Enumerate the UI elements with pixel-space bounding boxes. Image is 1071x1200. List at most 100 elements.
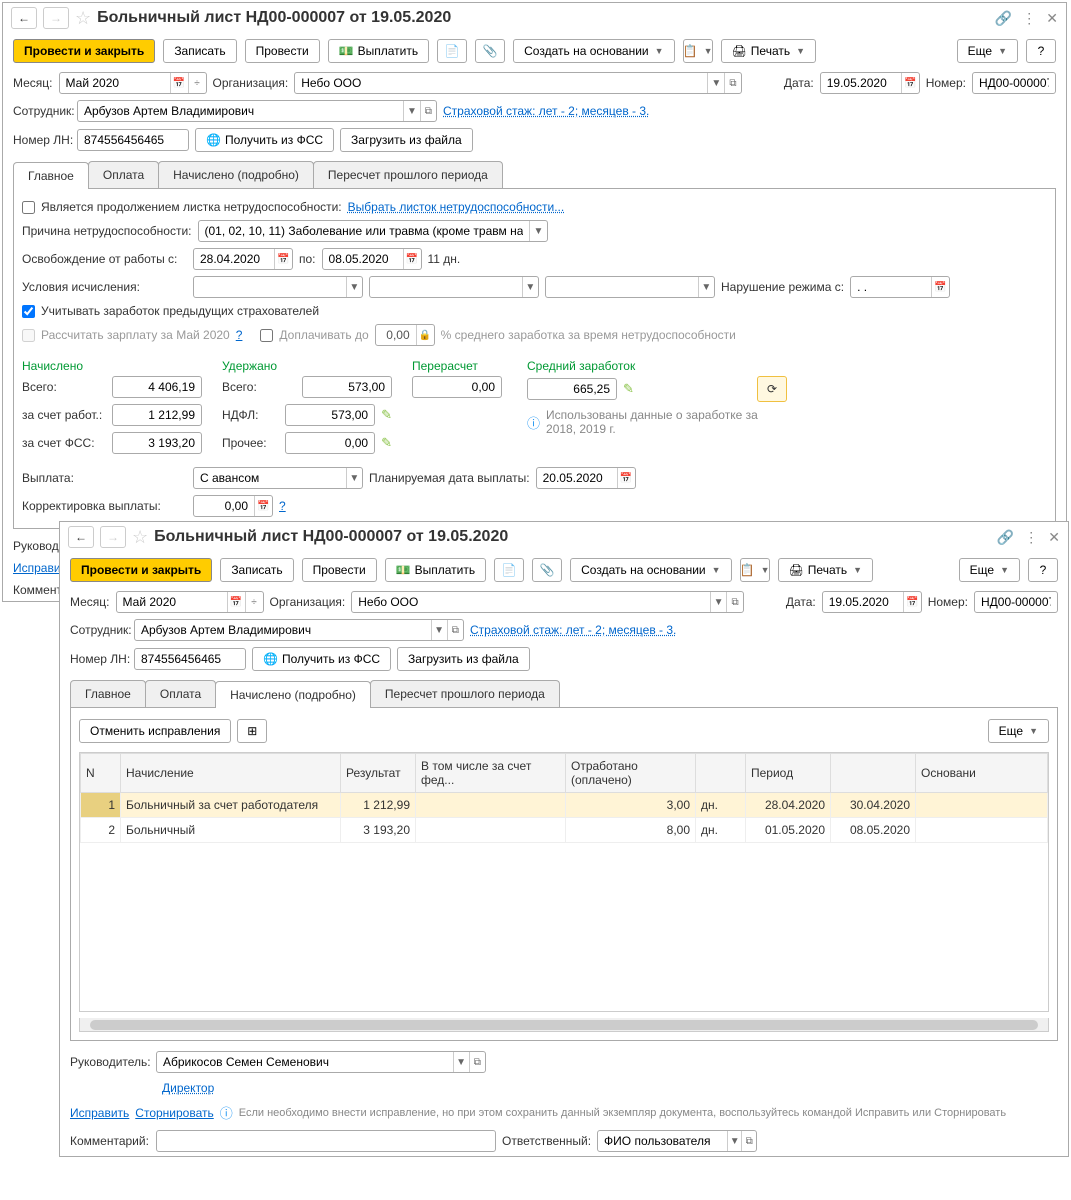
select-sheet-link[interactable]: Выбрать листок нетрудоспособности... xyxy=(348,200,565,214)
planned-date-input[interactable]: 📅 xyxy=(536,467,636,489)
refresh-button[interactable]: ⟳ xyxy=(757,376,787,402)
tab-main[interactable]: Главное xyxy=(70,680,146,707)
abs-from-input[interactable]: 📅 xyxy=(193,248,293,270)
tab-payment[interactable]: Оплата xyxy=(145,680,216,707)
number-input[interactable] xyxy=(972,72,1056,94)
emp-input[interactable]: ▼⧉ xyxy=(77,100,437,122)
cond3-input[interactable]: ▼ xyxy=(545,276,715,298)
date-input[interactable]: 📅 xyxy=(820,72,920,94)
date-input[interactable]: 📅 xyxy=(822,591,922,613)
post-close-button[interactable]: Провести и закрыть xyxy=(13,39,155,63)
col-n[interactable]: N xyxy=(81,754,121,793)
comment-input[interactable] xyxy=(156,1130,496,1152)
continuation-checkbox[interactable] xyxy=(22,201,35,214)
back-button[interactable]: ← xyxy=(68,526,94,548)
cond1-input[interactable]: ▼ xyxy=(193,276,363,298)
by-employer-input[interactable] xyxy=(112,404,202,426)
attach-icon-button[interactable]: 📎 xyxy=(532,558,562,582)
responsible-input[interactable]: ▼⧉ xyxy=(597,1130,757,1152)
close-icon[interactable]: ✕ xyxy=(1048,529,1060,546)
manager-input[interactable]: ▼⧉ xyxy=(156,1051,486,1073)
ndfl-input[interactable] xyxy=(285,404,375,426)
payment-input[interactable]: ▼ xyxy=(193,467,363,489)
correction-input[interactable]: 📅 xyxy=(193,495,273,517)
col-period[interactable]: Период xyxy=(746,754,831,793)
storno-link[interactable]: Сторнировать xyxy=(135,1106,213,1120)
col-basis[interactable]: Основани xyxy=(916,754,1048,793)
create-based-button[interactable]: Создать на основании▼ xyxy=(570,558,731,582)
calc-salary-help[interactable]: ? xyxy=(236,328,243,342)
insurance-link[interactable]: Страховой стаж: лет - 2; месяцев - 3. xyxy=(470,623,676,637)
withheld-total-input[interactable] xyxy=(302,376,392,398)
tab-accrued[interactable]: Начислено (подробно) xyxy=(158,161,314,188)
load-file-button[interactable]: Загрузить из файла xyxy=(340,128,473,152)
correction-help[interactable]: ? xyxy=(279,499,286,513)
table-settings-button[interactable]: ⊞ xyxy=(237,719,267,743)
favorite-icon[interactable]: ☆ xyxy=(75,8,91,29)
ln-input[interactable] xyxy=(77,129,189,151)
insurance-link[interactable]: Страховой стаж: лет - 2; месяцев - 3. xyxy=(443,104,649,118)
violation-input[interactable]: 📅 xyxy=(850,276,950,298)
reason-input[interactable]: ▼ xyxy=(198,220,548,242)
table-more-button[interactable]: Еще▼ xyxy=(988,719,1049,743)
emp-input[interactable]: ▼⧉ xyxy=(134,619,464,641)
ln-input[interactable] xyxy=(134,648,246,670)
more-button[interactable]: Еще▼ xyxy=(957,39,1018,63)
accruals-table[interactable]: N Начисление Результат В том числе за сч… xyxy=(80,753,1048,843)
col-accrual[interactable]: Начисление xyxy=(121,754,341,793)
copy-button[interactable]: 📋▼ xyxy=(740,558,770,582)
pay-upto-checkbox[interactable] xyxy=(260,329,273,342)
post-close-button[interactable]: Провести и закрыть xyxy=(70,558,212,582)
favorite-icon[interactable]: ☆ xyxy=(132,527,148,548)
tab-recalc[interactable]: Пересчет прошлого периода xyxy=(313,161,503,188)
help-button[interactable]: ? xyxy=(1028,558,1058,582)
post-button[interactable]: Провести xyxy=(245,39,320,63)
link-icon[interactable]: 🔗 xyxy=(997,529,1014,546)
cancel-fix-button[interactable]: Отменить исправления xyxy=(79,719,231,743)
pay-button[interactable]: 💵Выплатить xyxy=(328,39,429,63)
tab-payment[interactable]: Оплата xyxy=(88,161,159,188)
org-input[interactable]: ▼⧉ xyxy=(294,72,742,94)
tab-recalc[interactable]: Пересчет прошлого периода xyxy=(370,680,560,707)
recalc-input[interactable] xyxy=(412,376,502,398)
month-input[interactable]: 📅÷ xyxy=(59,72,207,94)
close-icon[interactable]: ✕ xyxy=(1046,10,1058,27)
fix-link[interactable]: Исправить xyxy=(70,1106,129,1120)
more-button[interactable]: Еще▼ xyxy=(959,558,1020,582)
pencil-icon[interactable]: ✎ xyxy=(381,435,392,451)
more-icon[interactable]: ⋮ xyxy=(1022,10,1036,27)
table-row[interactable]: 1Больничный за счет работодателя1 212,99… xyxy=(81,793,1048,818)
pay-button[interactable]: 💵Выплатить xyxy=(385,558,486,582)
table-row[interactable]: 2Больничный3 193,208,00дн.01.05.202008.0… xyxy=(81,818,1048,843)
tab-accrued[interactable]: Начислено (подробно) xyxy=(215,681,371,708)
position-link[interactable]: Директор xyxy=(162,1081,214,1095)
by-fss-input[interactable] xyxy=(112,432,202,454)
attach-icon-button[interactable]: 📎 xyxy=(475,39,505,63)
copy-button[interactable]: 📋▼ xyxy=(683,39,713,63)
consider-prev-checkbox[interactable] xyxy=(22,305,35,318)
load-file-button[interactable]: Загрузить из файла xyxy=(397,647,530,671)
doc-icon-button[interactable]: 📄 xyxy=(494,558,524,582)
abs-to-input[interactable]: 📅 xyxy=(322,248,422,270)
month-input[interactable]: 📅÷ xyxy=(116,591,264,613)
tab-main[interactable]: Главное xyxy=(13,162,89,189)
pencil-icon[interactable]: ✎ xyxy=(623,381,634,397)
create-based-button[interactable]: Создать на основании▼ xyxy=(513,39,674,63)
other-input[interactable] xyxy=(285,432,375,454)
avg-input[interactable] xyxy=(527,378,617,400)
hscrollbar[interactable] xyxy=(79,1018,1049,1032)
help-button[interactable]: ? xyxy=(1026,39,1056,63)
pencil-icon[interactable]: ✎ xyxy=(381,407,392,423)
get-fss-button[interactable]: 🌐Получить из ФСС xyxy=(252,647,391,671)
col-worked[interactable]: Отработано (оплачено) xyxy=(566,754,696,793)
back-button[interactable]: ← xyxy=(11,7,37,29)
post-button[interactable]: Провести xyxy=(302,558,377,582)
get-fss-button[interactable]: 🌐Получить из ФСС xyxy=(195,128,334,152)
print-button[interactable]: 🖨Печать▼ xyxy=(778,558,873,582)
more-icon[interactable]: ⋮ xyxy=(1024,529,1038,546)
org-input[interactable]: ▼⧉ xyxy=(351,591,744,613)
print-button[interactable]: 🖨Печать▼ xyxy=(721,39,816,63)
number-input[interactable] xyxy=(974,591,1058,613)
total-input[interactable] xyxy=(112,376,202,398)
doc-icon-button[interactable]: 📄 xyxy=(437,39,467,63)
